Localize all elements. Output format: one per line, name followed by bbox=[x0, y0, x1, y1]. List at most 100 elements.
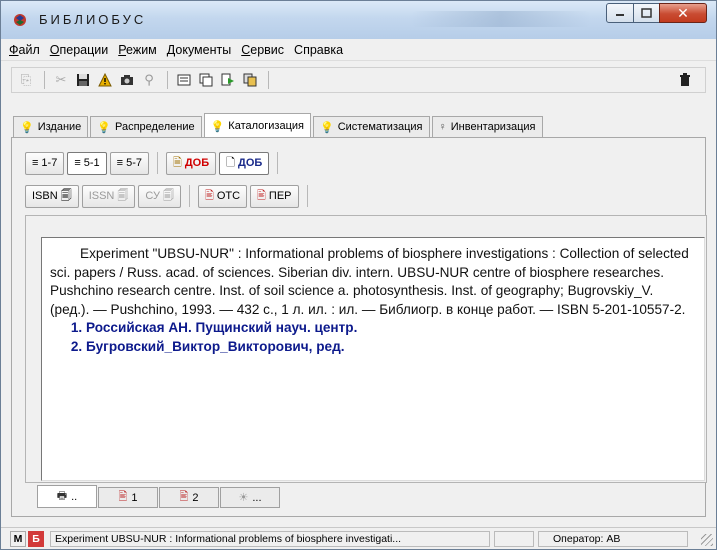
status-record-text: Experiment UBSU-NUR : Informational prob… bbox=[50, 530, 490, 547]
card-icon[interactable] bbox=[174, 70, 194, 90]
document-icon: 🗎 bbox=[172, 156, 182, 169]
toolbar-separator bbox=[277, 152, 279, 174]
menu-service[interactable]: Сервис bbox=[241, 43, 284, 57]
record-text-area[interactable]: Experiment "UBSU-NUR" : Informational pr… bbox=[41, 237, 705, 481]
main-toolbar: ⎘ ✂ ⚲ bbox=[11, 67, 706, 93]
tab-sistematizatsiya[interactable]: 💡 Систематизация bbox=[313, 116, 430, 137]
main-tabs: 💡 Издание 💡 Распределение 💡 Каталогизация 💡… bbox=[13, 113, 545, 138]
maximize-icon bbox=[641, 8, 652, 18]
copy-doc-icon[interactable] bbox=[240, 70, 260, 90]
menu-file-accel: Ф bbox=[9, 42, 19, 57]
view-tab-label: ... bbox=[252, 491, 262, 504]
cards-icon[interactable] bbox=[196, 70, 216, 90]
added-entry[interactable]: Бугровский_Виктор_Викторович, ред. bbox=[86, 338, 696, 357]
resize-grip-icon[interactable] bbox=[701, 534, 713, 546]
range-1-7-button[interactable]: ≡ 1-7 bbox=[25, 151, 65, 175]
view-tab-main[interactable]: 🖶.. bbox=[37, 485, 97, 508]
tab-inventarizatsiya[interactable]: ♀ Инвентаризация bbox=[431, 116, 543, 137]
title-bar-glare bbox=[411, 11, 591, 27]
lightbulb-icon: 💡 bbox=[210, 120, 225, 133]
view-tab-label: 1 bbox=[131, 491, 138, 504]
printer-icon: 🖶 bbox=[56, 490, 68, 502]
menu-service-label: ервис bbox=[250, 42, 285, 57]
menu-documents[interactable]: Документы bbox=[167, 43, 231, 57]
added-entry[interactable]: Российская АН. Пущинский науч. центр. bbox=[86, 319, 696, 338]
list-icon: ≡ bbox=[74, 157, 81, 169]
document-icon: 🗋 bbox=[226, 156, 236, 169]
range-1-7-label: 1-7 bbox=[41, 157, 58, 169]
app-logo-icon bbox=[14, 14, 26, 26]
catalog-toolbar-row2: ISBN 🗐 ISSN 🗐 СУ 🗐 🖹 ОТС 🖹 ПЕР bbox=[25, 184, 316, 208]
menu-mode-label: ежим bbox=[126, 42, 157, 57]
doc-red-icon: 🖹 bbox=[204, 189, 214, 202]
su-button[interactable]: СУ 🗐 bbox=[138, 184, 181, 208]
view-tab-label: 2 bbox=[192, 491, 199, 504]
per-button[interactable]: 🖹 ПЕР bbox=[250, 184, 299, 208]
view-tab-1[interactable]: 🖹 1 bbox=[98, 487, 158, 508]
cut-icon[interactable]: ✂ bbox=[51, 70, 71, 90]
lightbulb-off-icon: ♀ bbox=[438, 121, 447, 133]
tab-raspredelenie[interactable]: 💡 Распределение bbox=[90, 116, 202, 137]
close-button[interactable]: ✕ bbox=[659, 3, 707, 23]
save-icon[interactable] bbox=[73, 70, 93, 90]
status-mode-m: М bbox=[10, 530, 26, 547]
lightbulb-icon: 💡 bbox=[97, 121, 111, 134]
toolbar-separator bbox=[167, 71, 168, 89]
trash-icon[interactable] bbox=[675, 70, 695, 90]
tab-katalogizatsiya[interactable]: 💡 Каталогизация bbox=[203, 113, 311, 138]
issn-button[interactable]: ISSN 🗐 bbox=[81, 184, 136, 208]
isbn-button[interactable]: ISBN 🗐 bbox=[25, 184, 79, 208]
status-mode-b: Б bbox=[28, 530, 44, 547]
camera-icon[interactable] bbox=[117, 70, 137, 90]
binoculars-icon[interactable]: ⚲ bbox=[139, 70, 159, 90]
menu-operations-label: перации bbox=[59, 42, 109, 57]
add-red-label: ДОБ bbox=[184, 157, 210, 169]
toolbar-separator bbox=[44, 71, 45, 89]
warning-icon[interactable] bbox=[95, 70, 115, 90]
menu-bar: Файл Операции Режим Документы Сервис Спр… bbox=[1, 39, 716, 61]
range-5-7-label: 5-7 bbox=[126, 157, 142, 169]
tab-label: Систематизация bbox=[337, 121, 423, 133]
toolbar-separator bbox=[268, 71, 269, 89]
menu-documents-label: окументы bbox=[175, 42, 232, 57]
copy-icon[interactable]: ⎘ bbox=[16, 70, 36, 90]
status-empty-cell bbox=[494, 530, 534, 547]
app-window: БИБЛИОБУС ✕ Файл Операции Режим Документ… bbox=[0, 0, 717, 550]
maximize-button[interactable] bbox=[633, 3, 660, 23]
add-blue-label: ДОБ bbox=[238, 157, 263, 169]
tab-label: Каталогизация bbox=[228, 120, 304, 132]
menu-help-label: Справка bbox=[294, 42, 344, 57]
lookup-icon: 🗐 bbox=[60, 189, 72, 202]
catalog-toolbar-row1: ≡ 1-7 ≡ 5-1 ≡ 5-7 🗎 ДОБ 🗋 ДОБ bbox=[25, 151, 286, 175]
minimize-button[interactable] bbox=[606, 3, 634, 23]
range-5-1-button[interactable]: ≡ 5-1 bbox=[67, 151, 107, 175]
title-bar[interactable]: БИБЛИОБУС ✕ bbox=[1, 1, 716, 39]
issn-label: ISSN bbox=[88, 190, 115, 202]
menu-help[interactable]: Справка bbox=[294, 43, 343, 57]
export-icon[interactable] bbox=[218, 70, 238, 90]
view-tab-more[interactable]: ☀... bbox=[220, 487, 280, 508]
su-label: СУ bbox=[145, 190, 160, 202]
menu-file[interactable]: Файл bbox=[9, 43, 40, 57]
add-red-button[interactable]: 🗎 ДОБ bbox=[165, 151, 217, 175]
tab-izdanie[interactable]: 💡 Издание bbox=[13, 116, 89, 137]
range-5-7-button[interactable]: ≡ 5-7 bbox=[109, 151, 149, 175]
status-bar: М Б Experiment UBSU-NUR : Informational … bbox=[1, 527, 716, 549]
tab-label: Распределение bbox=[115, 121, 195, 133]
add-blue-button[interactable]: 🗋 ДОБ bbox=[219, 151, 270, 175]
list-icon: ≡ bbox=[116, 157, 124, 169]
view-tab-label: .. bbox=[71, 490, 78, 503]
ots-button[interactable]: 🖹 ОТС bbox=[197, 184, 248, 208]
bibliographic-record: Experiment "UBSU-NUR" : Informational pr… bbox=[50, 246, 689, 317]
window-title: БИБЛИОБУС bbox=[39, 12, 147, 27]
doc-red-icon: 🖹 bbox=[179, 491, 189, 503]
added-entries-list: Российская АН. Пущинский науч. центр. Бу… bbox=[50, 319, 696, 356]
menu-operations[interactable]: Операции bbox=[50, 43, 108, 57]
view-tab-2[interactable]: 🖹 2 bbox=[159, 487, 219, 508]
toolbar-separator bbox=[156, 152, 158, 174]
sun-icon: ☀ bbox=[238, 492, 249, 504]
minimize-icon bbox=[616, 14, 624, 16]
per-label: ПЕР bbox=[268, 190, 292, 202]
lookup-icon: 🗐 bbox=[162, 189, 174, 202]
menu-mode[interactable]: Режим bbox=[118, 43, 157, 57]
